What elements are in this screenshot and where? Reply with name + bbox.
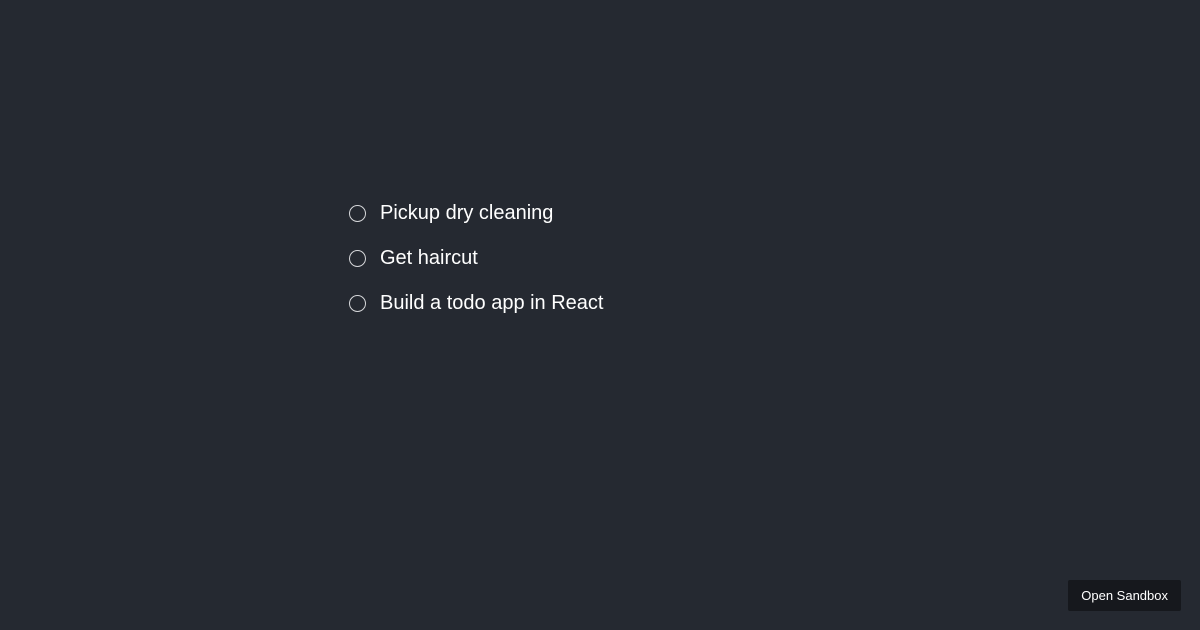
todo-label: Build a todo app in React [380, 291, 604, 315]
todo-item[interactable]: Get haircut [349, 246, 604, 270]
unchecked-circle-icon [349, 250, 366, 267]
unchecked-circle-icon [349, 205, 366, 222]
todo-list: Pickup dry cleaning Get haircut Build a … [349, 201, 604, 315]
unchecked-circle-icon [349, 295, 366, 312]
todo-item[interactable]: Build a todo app in React [349, 291, 604, 315]
open-sandbox-button[interactable]: Open Sandbox [1068, 580, 1181, 611]
todo-item[interactable]: Pickup dry cleaning [349, 201, 604, 225]
todo-label: Get haircut [380, 246, 478, 270]
todo-label: Pickup dry cleaning [380, 201, 553, 225]
